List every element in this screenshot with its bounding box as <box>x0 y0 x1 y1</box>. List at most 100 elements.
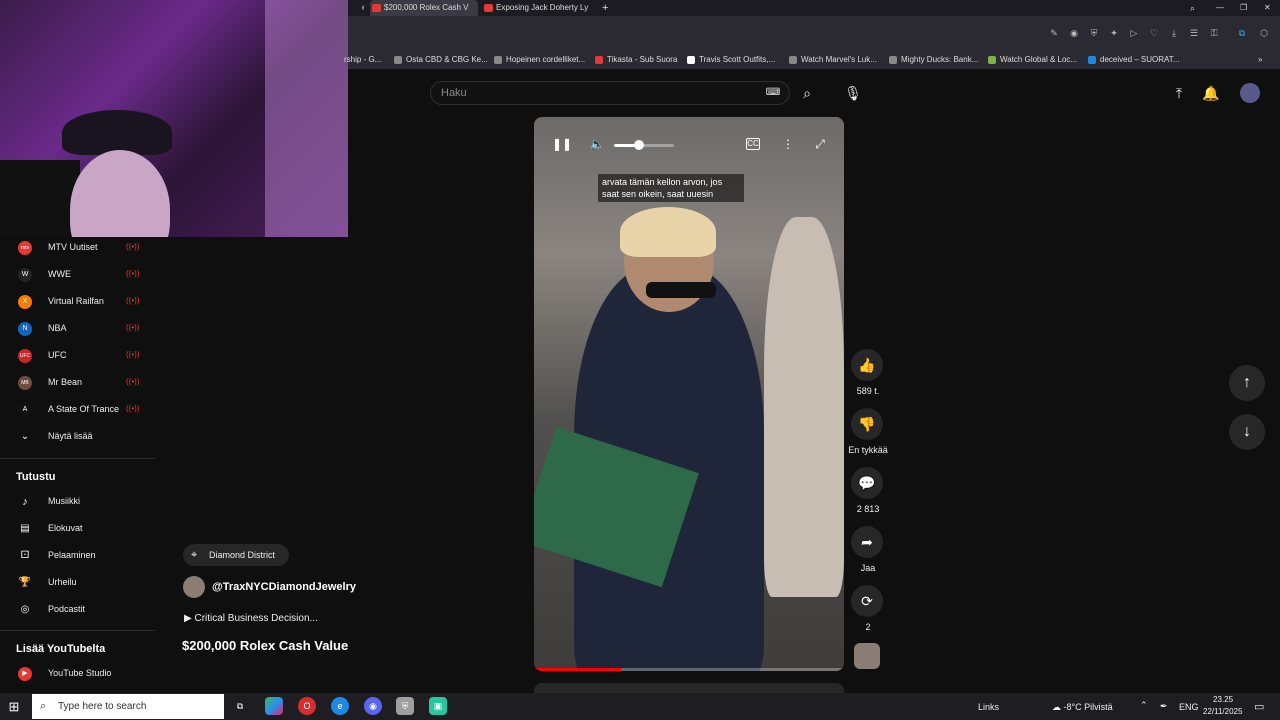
film-icon: ▤ <box>20 523 30 534</box>
task-view-icon[interactable]: ⧉ <box>231 697 249 715</box>
like-button[interactable]: 👍 <box>851 349 883 381</box>
upload-icon[interactable]: ⤒ <box>1169 83 1189 103</box>
sidebar-item-subscription[interactable]: W WWE ((•)) <box>12 263 152 287</box>
search-bar[interactable]: Haku ⌨ <box>430 81 790 105</box>
chevron-down-icon: ⌄ <box>20 431 30 442</box>
sidebar-item-youtube-studio[interactable]: ▶ YouTube Studio <box>12 662 152 686</box>
sidebar-item-label: WWE <box>48 269 71 279</box>
bookmark-item[interactable]: Watch Marvel's Luk... <box>789 50 877 70</box>
bookmark-item[interactable]: Osta CBD & CBG Ke... <box>394 50 488 70</box>
sidebar-item-subscription[interactable]: MB Mr Bean ((•)) <box>12 371 152 395</box>
taskbar-search-input[interactable]: ⌕ Type here to search <box>32 694 224 719</box>
sidebar-item-movies[interactable]: ▤ Elokuvat <box>12 517 152 541</box>
clock-date[interactable]: 22/11/2025 <box>1203 707 1242 716</box>
sidebar-item-music[interactable]: ♪ Musiikki <box>12 490 152 514</box>
edge-icon[interactable]: e <box>331 697 349 715</box>
sidebar-item-podcasts[interactable]: ◎ Podcastit <box>12 598 152 622</box>
dislike-button[interactable]: 👎 <box>851 408 883 440</box>
search-icon[interactable]: ⌕ <box>1188 0 1202 16</box>
microphone-icon[interactable]: 🎙 <box>843 83 863 103</box>
bookmark-item[interactable]: Hopeinen cordelliket... <box>494 50 585 70</box>
shield-app-icon[interactable]: ⛨ <box>396 697 414 715</box>
sidebar-item-subscription[interactable]: X Virtual Railfan ((•)) <box>12 290 152 314</box>
fullscreen-icon[interactable]: ⤢ <box>811 135 829 153</box>
sidebar-item-subscription[interactable]: N NBA ((•)) <box>12 317 152 341</box>
lock-icon[interactable]: ⚿ <box>1208 27 1220 39</box>
pen-icon[interactable]: ✒ <box>1160 701 1168 712</box>
bookmark-item[interactable]: deceived – SUORAT... <box>1088 50 1179 70</box>
bookmark-item[interactable]: Watch Global & Loc... <box>988 50 1077 70</box>
weather-widget[interactable]: ☁ -8°C Pilvistä <box>1052 702 1113 713</box>
channel-avatar: A <box>18 403 32 417</box>
location-chip[interactable]: ⌖ Diamond District <box>183 544 289 566</box>
avatar[interactable] <box>1240 83 1260 103</box>
sidebar-item-gaming[interactable]: ⚀ Pelaaminen <box>12 544 152 568</box>
comments-button[interactable]: 💬 <box>851 467 883 499</box>
channel-name[interactable]: @TraxNYCDiamondJewelry <box>212 581 356 593</box>
sidebar-item-label: Urheilu <box>48 577 77 587</box>
channel-avatar[interactable] <box>183 576 205 598</box>
browser-tab[interactable]: eam <box>348 0 364 16</box>
play-icon[interactable]: ▷ <box>1128 27 1140 39</box>
browser-tab-active[interactable]: $200,000 Rolex Cash V <box>370 0 478 16</box>
browser-tab[interactable]: Exposing Jack Doherty Ly <box>482 0 592 16</box>
windows-start-icon[interactable]: ⊞ <box>4 698 24 716</box>
minimize-icon[interactable]: — <box>1214 0 1228 16</box>
notification-icon[interactable]: ▭ <box>1254 700 1264 713</box>
new-tab-button[interactable]: + <box>598 0 614 16</box>
sound-avatar[interactable] <box>854 643 880 669</box>
download-icon[interactable]: ⤓ <box>1168 27 1180 39</box>
sidebar-item-subscription[interactable]: mtv MTV Uutiset ((•)) <box>12 236 152 260</box>
live-icon: ((•)) <box>126 269 140 278</box>
cube-icon[interactable]: ⬡ <box>1258 27 1270 39</box>
video-title[interactable]: $200,000 Rolex Cash Value <box>182 638 348 653</box>
bookmarks-overflow-icon[interactable]: » <box>1258 50 1262 70</box>
search-input[interactable]: Haku <box>441 87 467 99</box>
discord-icon[interactable]: ◉ <box>364 697 382 715</box>
links-toolbar-label[interactable]: Links <box>978 702 999 712</box>
bookmark-item[interactable]: Mighty Ducks: Bank... <box>889 50 978 70</box>
sidebar-item-subscription[interactable]: UFC UFC ((•)) <box>12 344 152 368</box>
more-options-icon[interactable]: ⋮ <box>779 135 797 153</box>
music-link[interactable]: ▶ Critical Business Decision... <box>184 613 318 624</box>
clock-time[interactable]: 23.25 <box>1213 695 1233 704</box>
sidebar-item-sports[interactable]: 🏆 Urheilu <box>12 571 152 595</box>
bell-icon[interactable]: 🔔 <box>1201 83 1221 103</box>
volume-slider[interactable] <box>614 144 674 147</box>
camera-icon[interactable]: ◉ <box>1068 27 1080 39</box>
sidebar-icon[interactable]: ⧉ <box>1236 27 1248 39</box>
tray-chevron-icon[interactable]: ⌃ <box>1140 700 1148 711</box>
next-short-preview[interactable] <box>534 683 844 693</box>
extension-icon[interactable]: ✦ <box>1108 27 1120 39</box>
search-icon[interactable]: ⌕ <box>797 83 817 103</box>
volume-slider-handle[interactable] <box>634 140 644 150</box>
volume-icon[interactable]: 🔈 <box>588 135 606 153</box>
heart-icon[interactable]: ♡ <box>1148 27 1160 39</box>
remix-button[interactable]: ⟳ <box>851 585 883 617</box>
bookmark-item[interactable]: Tikasta - Sub Suora <box>595 50 677 70</box>
pause-icon[interactable]: ❚❚ <box>552 135 572 153</box>
previous-short-button[interactable]: ↑ <box>1229 365 1265 401</box>
bookmark-item[interactable]: Travis Scott Outfits,... <box>687 50 775 70</box>
captions-icon[interactable]: CC <box>746 138 760 150</box>
keyboard-icon[interactable]: ⌨ <box>763 83 783 103</box>
video-progress-bar[interactable] <box>534 668 844 671</box>
tab-label: Exposing Jack Doherty Ly <box>496 3 589 12</box>
youtube-studio-icon: ▶ <box>18 667 32 681</box>
next-short-button[interactable]: ↓ <box>1229 414 1265 450</box>
colorful-app-icon[interactable] <box>265 697 283 715</box>
edit-icon[interactable]: ✎ <box>1048 27 1060 39</box>
language-indicator[interactable]: ENG <box>1179 702 1199 712</box>
show-more-button[interactable]: ⌄ Näytä lisää <box>12 425 152 449</box>
shield-icon[interactable]: ⛨ <box>1088 27 1100 39</box>
maximize-icon[interactable]: ❐ <box>1238 0 1252 16</box>
bookmark-label: Hopeinen cordelliket... <box>506 55 586 64</box>
opera-icon[interactable]: O <box>298 697 316 715</box>
share-button[interactable]: ➦ <box>851 526 883 558</box>
menu-icon[interactable]: ☰ <box>1188 27 1200 39</box>
show-more-label: Näytä lisää <box>48 431 93 441</box>
sidebar-item-subscription[interactable]: A A State Of Trance ((•)) <box>12 398 152 422</box>
close-icon[interactable]: ✕ <box>1262 0 1276 16</box>
chat-app-icon[interactable]: ▣ <box>429 697 447 715</box>
bookmark-item[interactable]: rship - G... <box>344 50 381 70</box>
